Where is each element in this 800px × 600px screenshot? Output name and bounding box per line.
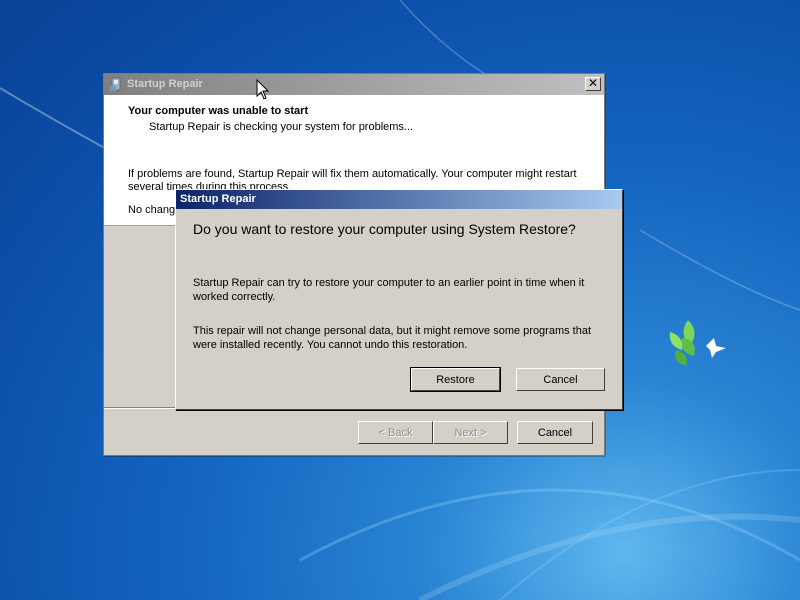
dialog-cancel-button[interactable]: Cancel — [516, 368, 605, 391]
dialog-text-warning: This repair will not change personal dat… — [193, 325, 592, 351]
next-button[interactable]: Next > — [433, 421, 508, 444]
dialog-text-earlier-point: Startup Repair can try to restore your c… — [193, 277, 585, 303]
header-subtitle: Startup Repair is checking your system f… — [149, 121, 414, 133]
close-button[interactable]: ✕ — [585, 77, 601, 91]
restore-button[interactable]: Restore — [410, 367, 501, 392]
header-title: Your computer was unable to start — [128, 105, 309, 117]
window-title: Startup Repair — [127, 78, 203, 90]
dialog-titlebar[interactable]: Startup Repair — [176, 190, 622, 209]
close-icon: ✕ — [587, 76, 599, 90]
mouse-pointer-icon — [256, 79, 270, 100]
cancel-button[interactable]: Cancel — [517, 421, 593, 444]
startup-repair-icon — [110, 77, 121, 91]
system-restore-dialog: Startup Repair Do you want to restore yo… — [175, 189, 623, 410]
dialog-title: Startup Repair — [180, 193, 256, 205]
back-button[interactable]: < Back — [358, 421, 433, 444]
window-titlebar[interactable]: Startup Repair ✕ — [104, 74, 604, 95]
dialog-question: Do you want to restore your computer usi… — [193, 221, 576, 237]
windows-dove-logo-icon — [669, 320, 726, 366]
